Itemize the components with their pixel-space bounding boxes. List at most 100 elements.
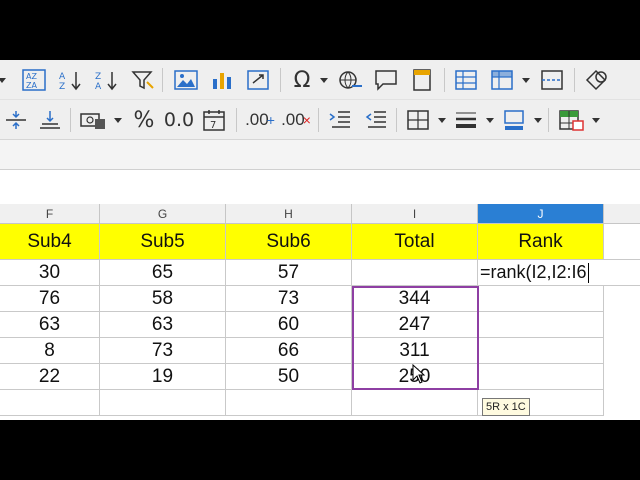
- data-cell[interactable]: 247: [352, 312, 478, 338]
- svg-text:Z: Z: [95, 72, 101, 82]
- svg-text:AZ: AZ: [26, 72, 37, 81]
- empty-cell[interactable]: [0, 390, 100, 416]
- empty-cell[interactable]: [352, 390, 478, 416]
- data-cell[interactable]: 66: [226, 338, 352, 364]
- data-cell[interactable]: 344: [352, 286, 478, 312]
- data-cell[interactable]: 65: [100, 260, 226, 286]
- date-format-icon[interactable]: 7: [200, 108, 228, 132]
- selection-size-tooltip: 5R x 1C: [482, 398, 530, 416]
- header-cell-total[interactable]: Total: [352, 224, 478, 260]
- currency-format-icon[interactable]: [78, 108, 108, 132]
- add-decimal-place-button[interactable]: .00 +: [244, 108, 276, 132]
- empty-cell[interactable]: [226, 390, 352, 416]
- data-cell[interactable]: 76: [0, 286, 100, 312]
- data-cell[interactable]: 63: [0, 312, 100, 338]
- sort-descending-icon[interactable]: ZA: [92, 68, 122, 92]
- data-cell[interactable]: 73: [226, 286, 352, 312]
- column-header-i[interactable]: I: [352, 204, 478, 224]
- data-cell[interactable]: 22: [0, 364, 100, 390]
- percent-format-button[interactable]: %: [130, 108, 158, 133]
- conditional-formatting-dropdown[interactable]: [592, 118, 600, 123]
- headers-footers-icon[interactable]: [408, 68, 436, 92]
- svg-text:ZA: ZA: [26, 81, 37, 90]
- column-header-j[interactable]: J: [478, 204, 604, 224]
- data-cell[interactable]: 50: [226, 364, 352, 390]
- number-format-button[interactable]: 0.0: [164, 108, 194, 132]
- data-cell[interactable]: [352, 260, 478, 286]
- spreadsheet-window: AZ ZA AZ ZA Ω % 0.0 7 .00 + .00 × F G H …: [0, 60, 640, 420]
- shapes-icon[interactable]: [582, 68, 610, 92]
- data-cell[interactable]: 30: [0, 260, 100, 286]
- increase-indent-icon[interactable]: [326, 108, 354, 132]
- data-cell[interactable]: 57: [226, 260, 352, 286]
- data-cell[interactable]: 73: [100, 338, 226, 364]
- plus-icon: +: [266, 112, 275, 128]
- formatting-toolbar: % 0.0 7 .00 + .00 ×: [0, 100, 640, 140]
- align-center-vertically-icon[interactable]: [2, 108, 30, 132]
- currency-dropdown[interactable]: [114, 118, 122, 123]
- delete-decimal-place-button[interactable]: .00 ×: [280, 108, 312, 132]
- data-cell[interactable]: 58: [100, 286, 226, 312]
- data-cell[interactable]: [478, 338, 604, 364]
- decrease-indent-icon[interactable]: [362, 108, 390, 132]
- data-cell[interactable]: 8: [0, 338, 100, 364]
- data-cell[interactable]: [478, 364, 604, 390]
- data-cell[interactable]: 311: [352, 338, 478, 364]
- borders-icon[interactable]: [404, 108, 432, 132]
- empty-cell[interactable]: [100, 390, 226, 416]
- insert-chart-icon[interactable]: [208, 68, 236, 92]
- column-header-f[interactable]: F: [0, 204, 100, 224]
- name-box-formula-bar-area: [0, 140, 640, 170]
- separator: [70, 108, 71, 132]
- mouse-pointer-icon: [412, 364, 426, 384]
- column-header-h[interactable]: H: [226, 204, 352, 224]
- data-cell[interactable]: 19: [100, 364, 226, 390]
- insert-pivot-table-icon[interactable]: [244, 68, 272, 92]
- dropdown-arrow[interactable]: [0, 78, 6, 83]
- delete-decimal-label: .00: [281, 110, 305, 129]
- separator: [548, 108, 549, 132]
- data-cell[interactable]: [478, 312, 604, 338]
- remove-icon: ×: [302, 112, 311, 128]
- header-cell-sub4[interactable]: Sub4: [0, 224, 100, 260]
- sort-icon[interactable]: AZ ZA: [20, 68, 48, 92]
- autofilter-icon[interactable]: [130, 68, 156, 92]
- special-character-icon[interactable]: Ω: [288, 68, 316, 93]
- comment-icon[interactable]: [372, 68, 400, 92]
- hyperlink-icon[interactable]: [336, 68, 364, 92]
- header-cell-sub5[interactable]: Sub5: [100, 224, 226, 260]
- data-cell[interactable]: 63: [100, 312, 226, 338]
- border-color-icon[interactable]: [500, 108, 528, 132]
- special-character-dropdown[interactable]: [320, 78, 328, 83]
- text-caret: [587, 262, 589, 283]
- rank-cell-editing[interactable]: =rank(I2,I2:I6: [478, 260, 640, 286]
- svg-text:Z: Z: [59, 82, 65, 91]
- borders-dropdown[interactable]: [438, 118, 446, 123]
- standard-toolbar: AZ ZA AZ ZA Ω: [0, 60, 640, 100]
- svg-text:A: A: [95, 82, 102, 91]
- freeze-dropdown[interactable]: [522, 78, 530, 83]
- border-style-icon[interactable]: [452, 108, 480, 132]
- freeze-rows-columns-icon[interactable]: [488, 68, 516, 92]
- separator: [236, 108, 237, 132]
- header-cell-rank[interactable]: Rank: [478, 224, 604, 260]
- separator: [162, 68, 163, 92]
- data-cell[interactable]: 60: [226, 312, 352, 338]
- sort-ascending-icon[interactable]: AZ: [56, 68, 86, 92]
- define-print-area-icon[interactable]: [452, 68, 480, 92]
- empty-cell[interactable]: [604, 224, 640, 260]
- border-color-dropdown[interactable]: [534, 118, 542, 123]
- separator: [396, 108, 397, 132]
- svg-text:7: 7: [210, 120, 216, 131]
- insert-image-icon[interactable]: [172, 68, 200, 92]
- header-cell-sub6[interactable]: Sub6: [226, 224, 352, 260]
- formula-text: =rank(I2,I2:I6: [480, 262, 587, 282]
- column-header-g[interactable]: G: [100, 204, 226, 224]
- align-bottom-icon[interactable]: [36, 108, 64, 132]
- split-window-icon[interactable]: [538, 68, 566, 92]
- column-header-k[interactable]: [604, 204, 640, 224]
- separator: [444, 68, 445, 92]
- data-cell[interactable]: [478, 286, 604, 312]
- conditional-formatting-icon[interactable]: [556, 108, 586, 132]
- border-style-dropdown[interactable]: [486, 118, 494, 123]
